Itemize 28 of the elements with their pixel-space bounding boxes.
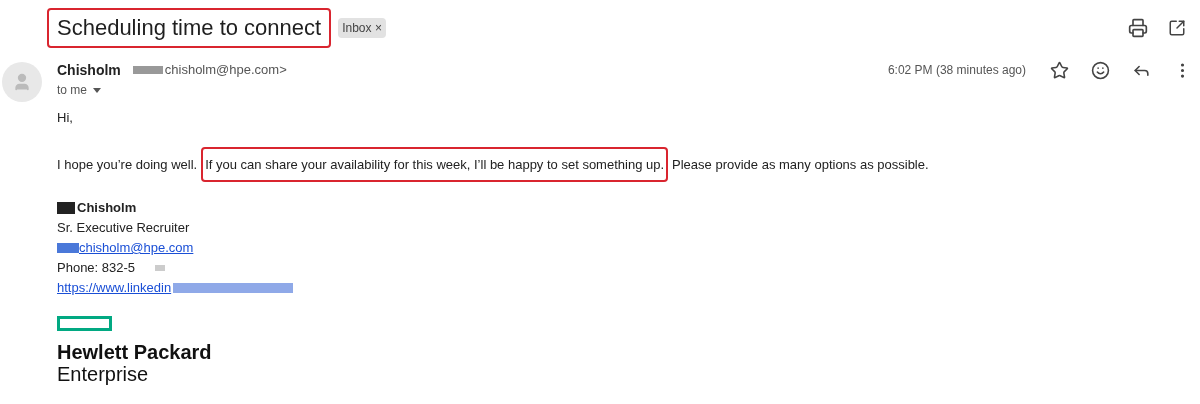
- signature-title: Sr. Executive Recruiter: [57, 219, 191, 237]
- emoji-icon[interactable]: [1091, 60, 1110, 80]
- open-in-new-window-icon[interactable]: [1168, 19, 1186, 37]
- email-subject: Scheduling time to connect: [47, 8, 332, 48]
- redaction-mark: [132, 66, 163, 74]
- print-icon[interactable]: [1128, 18, 1148, 38]
- linkedin-link[interactable]: https://www.linkedin: [57, 278, 172, 298]
- body-text: Please provide as many options as possible.: [672, 155, 929, 174]
- highlighted-text: If you can share your availability for this week, I’ll be happy to set something up.: [201, 146, 669, 182]
- redaction-mark: [155, 265, 166, 271]
- star-icon[interactable]: [1050, 60, 1069, 80]
- signature-name: Chisholm: [77, 199, 137, 217]
- body-text: I hope you’re doing well.: [57, 155, 198, 174]
- phone-text: Phone: 832-5: [57, 259, 136, 277]
- caret-icon[interactable]: [93, 87, 101, 93]
- recipients-text: to me: [57, 82, 87, 99]
- avatar: [2, 62, 42, 102]
- greeting-text: Hi,: [57, 109, 74, 127]
- redaction-mark: [57, 243, 79, 253]
- logo-title: Hewlett Packard: [57, 341, 213, 363]
- redaction-mark: [57, 202, 75, 214]
- message-time: 6:02 PM (38 minutes ago): [887, 62, 1026, 79]
- sender-email: chisholm@hpe.com>: [164, 61, 287, 80]
- logo-rectangle: [57, 316, 112, 331]
- logo-subtitle: Enterprise: [57, 363, 150, 385]
- inbox-label[interactable]: Inbox ×: [338, 18, 386, 38]
- sender-name: Chisholm: [57, 60, 121, 80]
- email-link[interactable]: chisholm@hpe.com: [79, 238, 194, 258]
